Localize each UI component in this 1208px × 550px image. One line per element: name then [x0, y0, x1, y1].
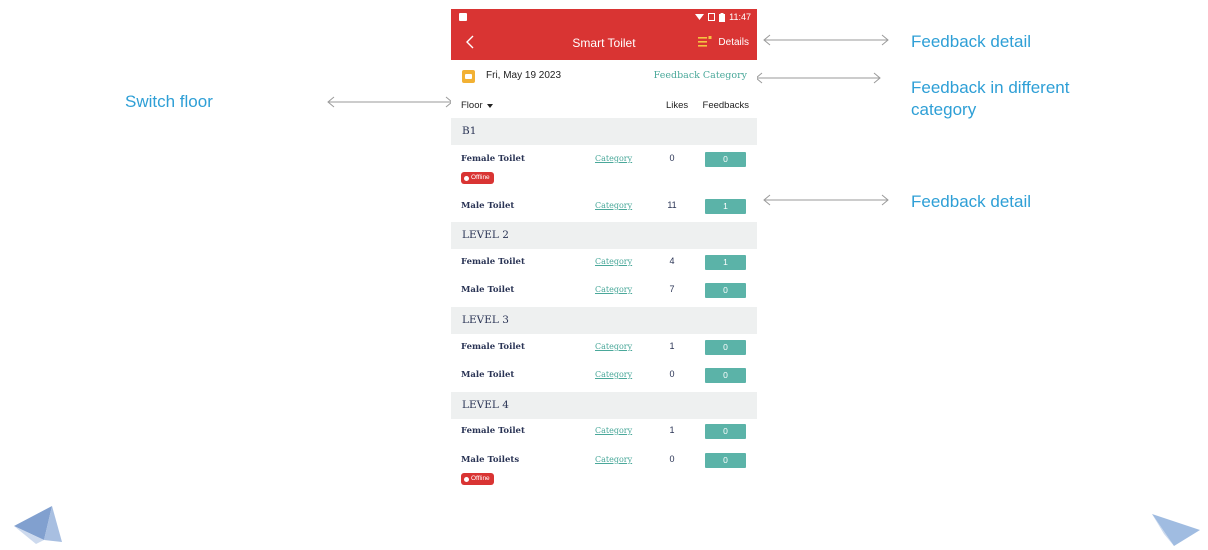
category-link[interactable]: Category	[595, 370, 632, 379]
likes-count: 0	[669, 454, 675, 464]
table-row: Female Toilet Category 4 1	[451, 255, 757, 275]
floor-name: LEVEL 4	[462, 399, 509, 411]
toilet-name: Female Toilet	[461, 426, 525, 436]
table-row: Female Toilet Category 1 0	[451, 340, 757, 360]
phone-screen: 11:47 Smart Toilet Details Fri, May 19 2…	[451, 9, 757, 491]
arrow-feedback-category	[755, 72, 881, 84]
annotation-feedback-category: Feedback in different category	[911, 78, 1070, 119]
category-link[interactable]: Category	[595, 201, 632, 210]
toilet-name: Male Toilet	[461, 285, 515, 295]
status-bar: 11:47	[451, 9, 757, 26]
table-row: Male Toilet Category 7 0	[451, 283, 757, 303]
likes-count: 7	[669, 284, 675, 294]
date-bar: Fri, May 19 2023 Feedback Category	[451, 66, 757, 88]
table-row: Female Toilet Category 1 0	[451, 424, 757, 444]
feedback-category-link[interactable]: Feedback Category	[654, 70, 747, 81]
feedback-button[interactable]: 1	[705, 199, 746, 214]
annotation-switch-floor: Switch floor	[125, 92, 213, 111]
floor-name: LEVEL 3	[462, 314, 509, 326]
details-label: Details	[718, 36, 749, 48]
category-link[interactable]: Category	[595, 285, 632, 294]
category-link[interactable]: Category	[595, 154, 632, 163]
arrow-switch-floor	[327, 96, 453, 108]
table-header: Floor Likes Feedbacks	[451, 97, 757, 115]
toilet-name: Male Toilet	[461, 201, 515, 211]
annotation-feedback-detail-row: Feedback detail	[911, 192, 1032, 211]
details-button[interactable]: Details	[698, 36, 749, 48]
list-icon	[698, 36, 712, 47]
offline-badge: Offline	[461, 473, 494, 485]
feedback-button[interactable]: 0	[705, 368, 746, 383]
floor-row-level-3: LEVEL 3	[451, 307, 757, 334]
toilet-name: Male Toilets	[461, 455, 520, 465]
likes-header: Likes	[666, 100, 689, 111]
floor-label: Floor	[461, 100, 483, 111]
table-row: Female Toilet Category 0 0 Offline	[451, 152, 757, 190]
table-row: Male Toilet Category 0 0	[451, 368, 757, 388]
toilet-name: Male Toilet	[461, 370, 515, 380]
floor-row-level-2: LEVEL 2	[451, 222, 757, 249]
caret-down-icon	[486, 103, 493, 108]
feedbacks-header: Feedbacks	[702, 100, 749, 111]
likes-count: 0	[669, 369, 675, 379]
offline-dot-icon	[464, 175, 469, 181]
feedback-button[interactable]: 0	[705, 453, 746, 468]
category-link[interactable]: Category	[595, 342, 632, 351]
offline-label: Offline	[471, 475, 490, 482]
arrow-feedback-detail-top	[763, 34, 889, 46]
wifi-icon	[695, 14, 705, 20]
floor-name: LEVEL 2	[462, 229, 509, 241]
toilet-name: Female Toilet	[461, 154, 525, 164]
table-row: Male Toilets Category 0 0 Offline	[451, 453, 757, 489]
likes-count: 0	[669, 153, 675, 163]
feedback-button[interactable]: 0	[705, 283, 746, 298]
signal-icon	[708, 13, 716, 21]
annotation-feedback-detail-top: Feedback detail	[911, 32, 1032, 51]
feedback-button[interactable]: 1	[705, 255, 746, 270]
floor-row-b1: B1	[451, 118, 757, 145]
category-link[interactable]: Category	[595, 455, 632, 464]
floor-dropdown[interactable]: Floor	[461, 100, 493, 111]
likes-count: 1	[669, 341, 675, 351]
offline-badge: Offline	[461, 172, 494, 184]
category-link[interactable]: Category	[595, 257, 632, 266]
floor-row-level-4: LEVEL 4	[451, 392, 757, 419]
status-time: 11:47	[729, 12, 751, 22]
floor-name: B1	[462, 125, 477, 137]
paper-plane-logo-left	[14, 506, 62, 544]
table-row: Male Toilet Category 11 1	[451, 199, 757, 219]
toilet-name: Female Toilet	[461, 257, 525, 267]
offline-label: Offline	[471, 174, 490, 181]
date-text[interactable]: Fri, May 19 2023	[486, 70, 561, 81]
notification-icon	[459, 13, 467, 21]
likes-count: 1	[669, 425, 675, 435]
paper-plane-logo-right	[1152, 514, 1200, 546]
toilet-name: Female Toilet	[461, 342, 525, 352]
feedback-button[interactable]: 0	[705, 424, 746, 439]
feedback-button[interactable]: 0	[705, 340, 746, 355]
feedback-button[interactable]: 0	[705, 152, 746, 167]
offline-dot-icon	[464, 476, 469, 482]
category-link[interactable]: Category	[595, 426, 632, 435]
likes-count: 4	[669, 256, 675, 266]
likes-count: 11	[667, 200, 677, 210]
battery-icon	[719, 12, 726, 22]
calendar-icon[interactable]	[462, 70, 475, 83]
arrow-feedback-detail-row	[763, 194, 889, 206]
app-bar: Smart Toilet Details	[451, 26, 757, 60]
